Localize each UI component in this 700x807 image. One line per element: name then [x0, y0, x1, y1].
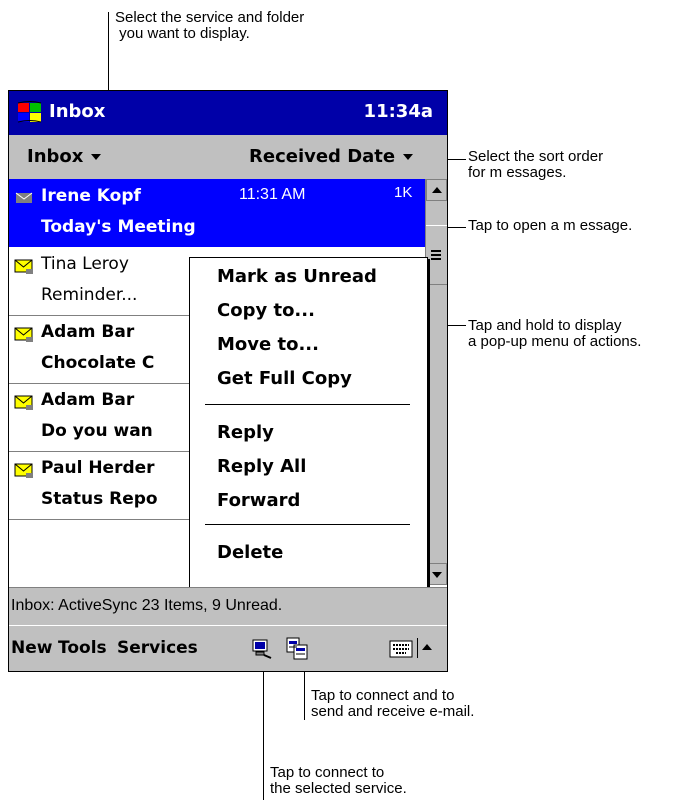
message-size: 1K: [394, 184, 413, 201]
command-bar: New Tools Services: [9, 625, 447, 671]
divider: [417, 638, 418, 658]
message-read-icon: [15, 192, 33, 203]
navigation-bar: Inbox Received Date: [9, 135, 447, 180]
arrow-up-icon: [432, 187, 442, 193]
pocket-pc-screen: Inbox 11:34a Inbox Received Date Irene K…: [8, 90, 448, 672]
menu-item-forward[interactable]: Forward: [217, 490, 300, 511]
status-text: Inbox: ActiveSync 23 Items, 9 Unread.: [11, 597, 283, 614]
menu-item-mark-unread[interactable]: Mark as Unread: [217, 266, 377, 287]
menu-item-reply[interactable]: Reply: [217, 422, 274, 443]
callout-popup: Tap and hold to display a pop-up menu of…: [468, 317, 642, 350]
scroll-down-button[interactable]: [426, 563, 447, 585]
menu-item-reply-all[interactable]: Reply All: [217, 456, 306, 477]
folder-dropdown[interactable]: Inbox: [27, 146, 102, 167]
list-item[interactable]: Irene Kopf 11:31 AM 1K Today's Meeting: [9, 179, 425, 247]
menu-new[interactable]: New: [11, 638, 52, 658]
menu-item-move-to[interactable]: Move to...: [217, 334, 319, 355]
menu-separator: [205, 404, 410, 405]
message-subject: Chocolate C: [41, 353, 155, 373]
callout-open: Tap to open a m essage.: [468, 217, 633, 234]
keyboard-icon[interactable]: [389, 640, 413, 658]
message-sender: Tina Leroy: [41, 254, 129, 274]
app-title: Inbox: [49, 101, 106, 122]
scroll-up-button[interactable]: [426, 179, 447, 201]
folder-dropdown-label: Inbox: [27, 146, 84, 167]
message-sender: Adam Bar: [41, 390, 135, 410]
envelope-icon: [14, 395, 33, 410]
scroll-thumb[interactable]: [426, 225, 447, 285]
clock[interactable]: 11:34a: [364, 101, 433, 122]
menu-item-delete[interactable]: Delete: [217, 542, 283, 563]
message-sender: Adam Bar: [41, 322, 135, 342]
title-bar: Inbox 11:34a: [9, 91, 447, 135]
menu-tools[interactable]: Tools: [58, 638, 107, 658]
message-subject: Reminder...: [41, 285, 138, 305]
status-bar: Inbox: ActiveSync 23 Items, 9 Unread.: [9, 587, 447, 626]
context-menu: Mark as Unread Copy to... Move to... Get…: [189, 257, 428, 589]
sort-dropdown[interactable]: Received Date: [249, 146, 414, 167]
message-subject: Do you wan: [41, 421, 153, 441]
message-time: 11:31 AM: [239, 186, 306, 203]
start-flag-icon[interactable]: [17, 100, 43, 126]
grip-line: [431, 258, 441, 260]
chevron-down-icon: [91, 154, 102, 160]
callout-folder: Select the service and folder you want t…: [115, 9, 305, 42]
callout-line-sort: [446, 159, 466, 160]
message-sender: Paul Herder: [41, 458, 155, 478]
arrow-down-icon: [432, 572, 442, 578]
input-arrow-up-icon[interactable]: [421, 642, 433, 652]
menu-services[interactable]: Services: [117, 638, 198, 658]
menu-item-get-full-copy[interactable]: Get Full Copy: [217, 368, 352, 389]
scrollbar[interactable]: [425, 179, 447, 585]
message-sender: Irene Kopf: [41, 186, 141, 206]
grip-line: [431, 254, 441, 256]
callout-connect: Tap to connect to the selected service.: [270, 764, 407, 797]
message-subject: Today's Meeting: [41, 217, 196, 237]
callout-send-receive: Tap to connect and to send and receive e…: [311, 687, 475, 720]
chevron-down-icon: [403, 154, 414, 160]
send-receive-icon[interactable]: [285, 636, 309, 662]
envelope-icon: [14, 327, 33, 342]
envelope-icon: [14, 259, 33, 274]
envelope-icon: [14, 463, 33, 478]
callout-line-connect: [263, 650, 264, 800]
message-subject: Status Repo: [41, 489, 158, 509]
menu-item-copy-to[interactable]: Copy to...: [217, 300, 315, 321]
connect-icon[interactable]: [251, 638, 273, 660]
sort-dropdown-label: Received Date: [249, 146, 396, 167]
grip-line: [431, 250, 441, 252]
callout-sort: Select the sort order for m essages.: [468, 148, 604, 181]
menu-separator: [205, 524, 410, 525]
